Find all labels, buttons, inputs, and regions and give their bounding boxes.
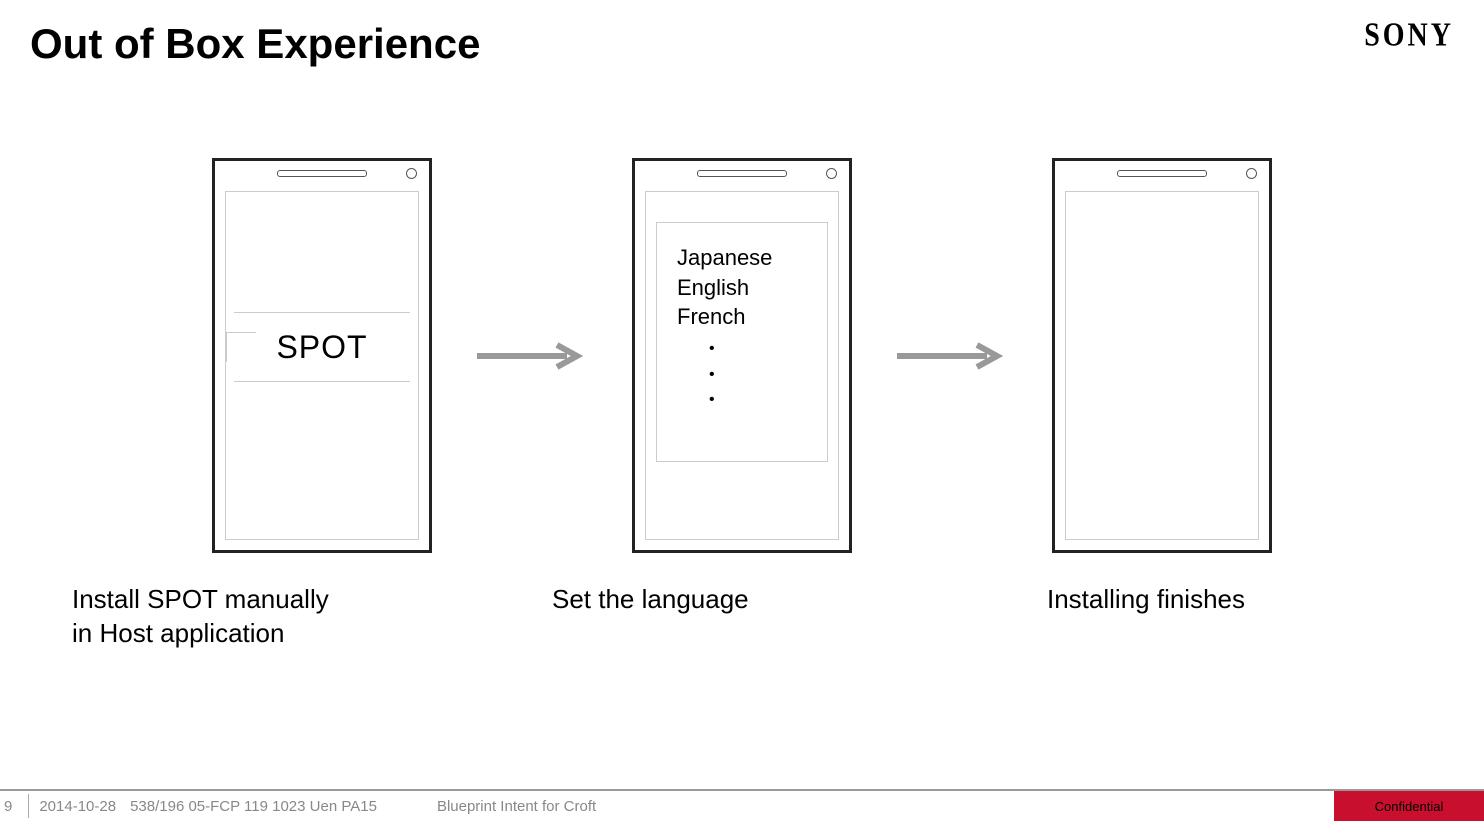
language-list: Japanese English French •••	[657, 223, 827, 413]
language-list-box: Japanese English French •••	[656, 222, 828, 462]
phone-mockup-3	[1052, 158, 1272, 553]
phone-mockup-2: Japanese English French •••	[632, 158, 852, 553]
page-title: Out of Box Experience	[30, 20, 480, 68]
step-1: SPOT	[212, 158, 432, 553]
spot-badge: SPOT	[234, 312, 410, 382]
phone-screen-3	[1065, 191, 1259, 540]
caption-1: Install SPOT manually in Host applicatio…	[72, 583, 342, 651]
arrow-right-icon	[892, 341, 1012, 371]
lang-option: English	[677, 273, 807, 303]
lang-more-dots: •••	[677, 332, 807, 413]
speaker-icon	[277, 170, 367, 177]
footer-blueprint: Blueprint Intent for Croft	[437, 798, 596, 815]
captions: Install SPOT manually in Host applicatio…	[0, 583, 1484, 651]
spot-label: SPOT	[276, 329, 367, 366]
sony-logo: SONY	[1364, 17, 1454, 55]
speaker-icon	[697, 170, 787, 177]
footer-date: 2014-10-28	[39, 798, 116, 815]
camera-icon	[1246, 168, 1257, 179]
phone-screen-2: Japanese English French •••	[645, 191, 839, 540]
confidential-badge: Confidential	[1334, 791, 1484, 821]
camera-icon	[406, 168, 417, 179]
phone-screen-1: SPOT	[225, 191, 419, 540]
camera-icon	[826, 168, 837, 179]
footer-separator	[28, 794, 29, 818]
step-2: Japanese English French •••	[632, 158, 852, 553]
lang-option: Japanese	[677, 243, 807, 273]
step-3	[1052, 158, 1272, 553]
footer-docid: 538/196 05-FCP 119 1023 Uen PA15	[130, 798, 377, 815]
caption-2: Set the language	[552, 583, 812, 651]
caption-3: Installing finishes	[1047, 583, 1287, 651]
footer: 9 2014-10-28 538/196 05-FCP 119 1023 Uen…	[0, 789, 1484, 821]
phone-mockup-1: SPOT	[212, 158, 432, 553]
speaker-icon	[1117, 170, 1207, 177]
arrow-right-icon	[472, 341, 592, 371]
lang-option: French	[677, 302, 807, 332]
page-number: 9	[0, 798, 22, 815]
steps-row: SPOT Japanese English French	[0, 158, 1484, 553]
